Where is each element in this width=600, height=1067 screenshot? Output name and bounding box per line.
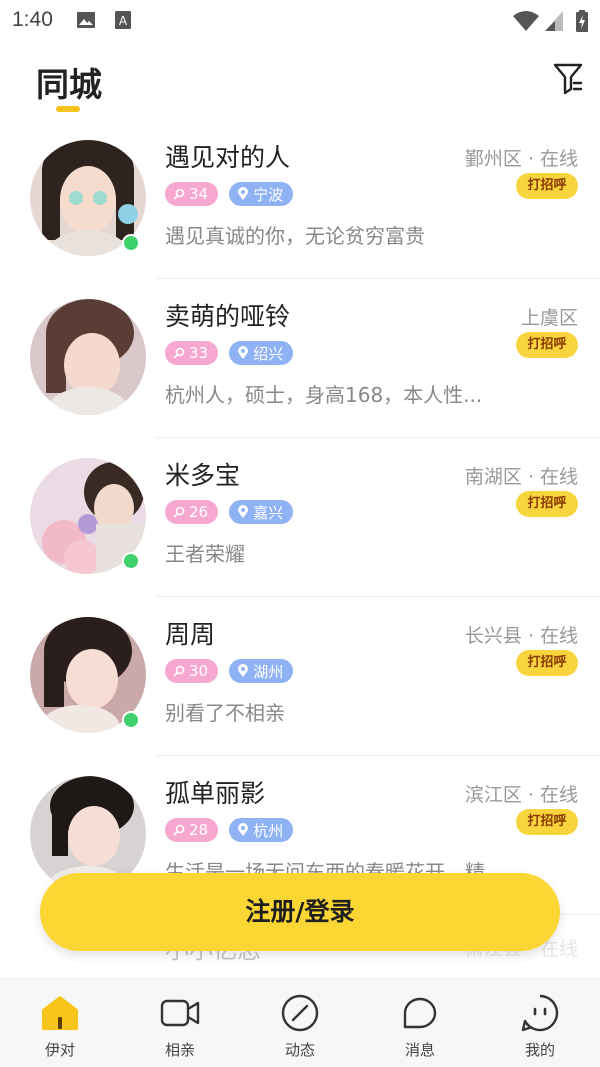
location-pin-icon <box>238 346 249 359</box>
tab-label: 我的 <box>524 1041 555 1059</box>
user-name: 孤单丽影 <box>165 779 266 808</box>
age-tag: 30 <box>165 659 219 683</box>
greet-button[interactable]: 打招呼 <box>516 650 578 676</box>
svg-text:A: A <box>119 14 128 28</box>
age-tag: 28 <box>165 818 219 842</box>
page-title: 同城 <box>36 65 102 104</box>
user-location: 鄞州区 · 在线 <box>464 148 578 170</box>
online-indicator <box>122 711 140 729</box>
greet-button[interactable]: 打招呼 <box>516 332 578 358</box>
tab-label: 伊对 <box>44 1041 75 1059</box>
list-item[interactable]: 周周 长兴县 · 在线 打招呼 30 湖州 别看了不相亲 <box>0 597 600 756</box>
image-icon <box>77 12 95 28</box>
user-bio: 遇见真诚的你，无论贫穷富贵 <box>165 224 425 248</box>
signal-icon <box>545 11 563 31</box>
age-tag: 34 <box>165 182 219 206</box>
greet-button[interactable]: 打招呼 <box>516 809 578 835</box>
user-bio: 别看了不相亲 <box>165 701 285 725</box>
tag-group: 30 湖州 <box>165 659 299 683</box>
font-icon: A <box>115 11 131 29</box>
battery-icon <box>576 10 588 32</box>
online-indicator <box>122 234 140 252</box>
age-tag: 33 <box>165 341 219 365</box>
gender-icon <box>173 506 185 518</box>
tab-label: 消息 <box>404 1041 435 1059</box>
filter-icon[interactable] <box>552 62 584 96</box>
user-bio: 杭州人，硕士，身高168，本人性... <box>165 383 483 407</box>
greet-button[interactable]: 打招呼 <box>516 491 578 517</box>
city-tag: 湖州 <box>229 659 294 683</box>
city-value: 杭州 <box>253 821 284 840</box>
user-location: 南湖区 · 在线 <box>464 466 578 488</box>
gender-icon <box>173 188 185 200</box>
tag-group: 28 杭州 <box>165 818 299 842</box>
online-indicator <box>122 552 140 570</box>
user-location: 上虞区 <box>520 307 578 329</box>
tab-label: 动态 <box>284 1041 315 1059</box>
user-name: 卖萌的哑铃 <box>165 302 291 331</box>
tab-moments[interactable]: 动态 <box>240 979 360 1067</box>
gender-icon <box>173 665 185 677</box>
status-time: 1:40 <box>12 8 53 31</box>
tab-home[interactable]: 伊对 <box>0 979 120 1067</box>
wifi-icon <box>513 11 539 31</box>
city-value: 湖州 <box>253 662 284 681</box>
age-value: 30 <box>189 662 209 680</box>
tab-label: 相亲 <box>164 1041 195 1059</box>
profile-icon <box>521 994 559 1032</box>
city-tag: 杭州 <box>229 818 294 842</box>
register-login-button[interactable]: 注册/登录 <box>40 873 560 951</box>
location-pin-icon <box>238 823 249 836</box>
message-icon <box>403 997 437 1029</box>
location-pin-icon <box>238 187 249 200</box>
status-bar: 1:40 A <box>0 0 600 40</box>
city-tag: 嘉兴 <box>229 500 294 524</box>
greet-button[interactable]: 打招呼 <box>516 173 578 199</box>
city-tag: 宁波 <box>229 182 294 206</box>
tab-matchmaking[interactable]: 相亲 <box>120 979 240 1067</box>
video-icon <box>160 999 200 1027</box>
age-value: 34 <box>189 185 209 203</box>
user-list: 遇见对的人 鄞州区 · 在线 打招呼 34 宁波 遇见真诚的你，无论贫穷富贵 卖… <box>0 120 600 915</box>
location-pin-icon <box>238 664 249 677</box>
tab-profile[interactable]: 我的 <box>480 979 600 1067</box>
header: 同城 <box>0 40 600 120</box>
city-value: 嘉兴 <box>253 503 284 522</box>
age-value: 26 <box>189 503 209 521</box>
list-item[interactable]: 遇见对的人 鄞州区 · 在线 打招呼 34 宁波 遇见真诚的你，无论贫穷富贵 <box>0 120 600 279</box>
user-name: 米多宝 <box>165 461 241 490</box>
tag-group: 26 嘉兴 <box>165 500 299 524</box>
city-tag: 绍兴 <box>229 341 294 365</box>
title-underline <box>56 106 80 112</box>
user-location: 长兴县 · 在线 <box>464 625 578 647</box>
compass-icon <box>281 994 319 1032</box>
tab-messages[interactable]: 消息 <box>360 979 480 1067</box>
user-location: 滨江区 · 在线 <box>464 784 578 806</box>
age-value: 28 <box>189 821 209 839</box>
age-value: 33 <box>189 344 209 362</box>
tag-group: 33 绍兴 <box>165 341 299 365</box>
tag-group: 34 宁波 <box>165 182 299 206</box>
avatar[interactable] <box>30 299 146 415</box>
bottom-tab-bar: 伊对 相亲 动态 消息 我的 <box>0 978 600 1067</box>
city-value: 宁波 <box>253 185 284 204</box>
age-tag: 26 <box>165 500 219 524</box>
user-name: 周周 <box>165 620 216 649</box>
user-bio: 王者荣耀 <box>165 542 245 566</box>
location-pin-icon <box>238 505 249 518</box>
gender-icon <box>173 824 185 836</box>
home-icon <box>42 996 78 1030</box>
list-item[interactable]: 米多宝 南湖区 · 在线 打招呼 26 嘉兴 王者荣耀 <box>0 438 600 597</box>
city-value: 绍兴 <box>253 344 284 363</box>
gender-icon <box>173 347 185 359</box>
list-item[interactable]: 卖萌的哑铃 上虞区 打招呼 33 绍兴 杭州人，硕士，身高168，本人性... <box>0 279 600 438</box>
user-name: 遇见对的人 <box>165 143 291 172</box>
